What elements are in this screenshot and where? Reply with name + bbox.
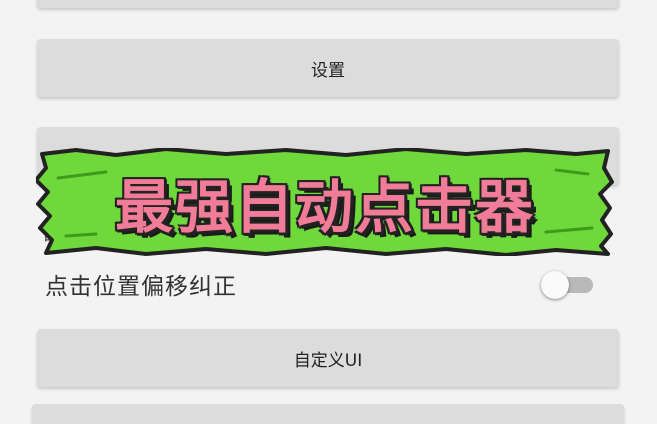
custom-ui-button-label: 自定义UI: [293, 350, 363, 371]
offset-correction-toggle[interactable]: [541, 271, 595, 299]
top-button[interactable]: [37, 0, 619, 8]
banner-title: 最强自动点击器: [114, 173, 535, 241]
title-banner: 最强自动点击器: [36, 148, 614, 256]
toggle-thumb: [541, 271, 569, 299]
offset-correction-label: 点击位置偏移纠正: [45, 274, 237, 300]
settings-button[interactable]: 设置: [37, 39, 619, 97]
custom-ui-button[interactable]: 自定义UI: [37, 329, 619, 387]
settings-button-label: 设置: [311, 60, 345, 81]
bottom-button[interactable]: [32, 404, 624, 424]
